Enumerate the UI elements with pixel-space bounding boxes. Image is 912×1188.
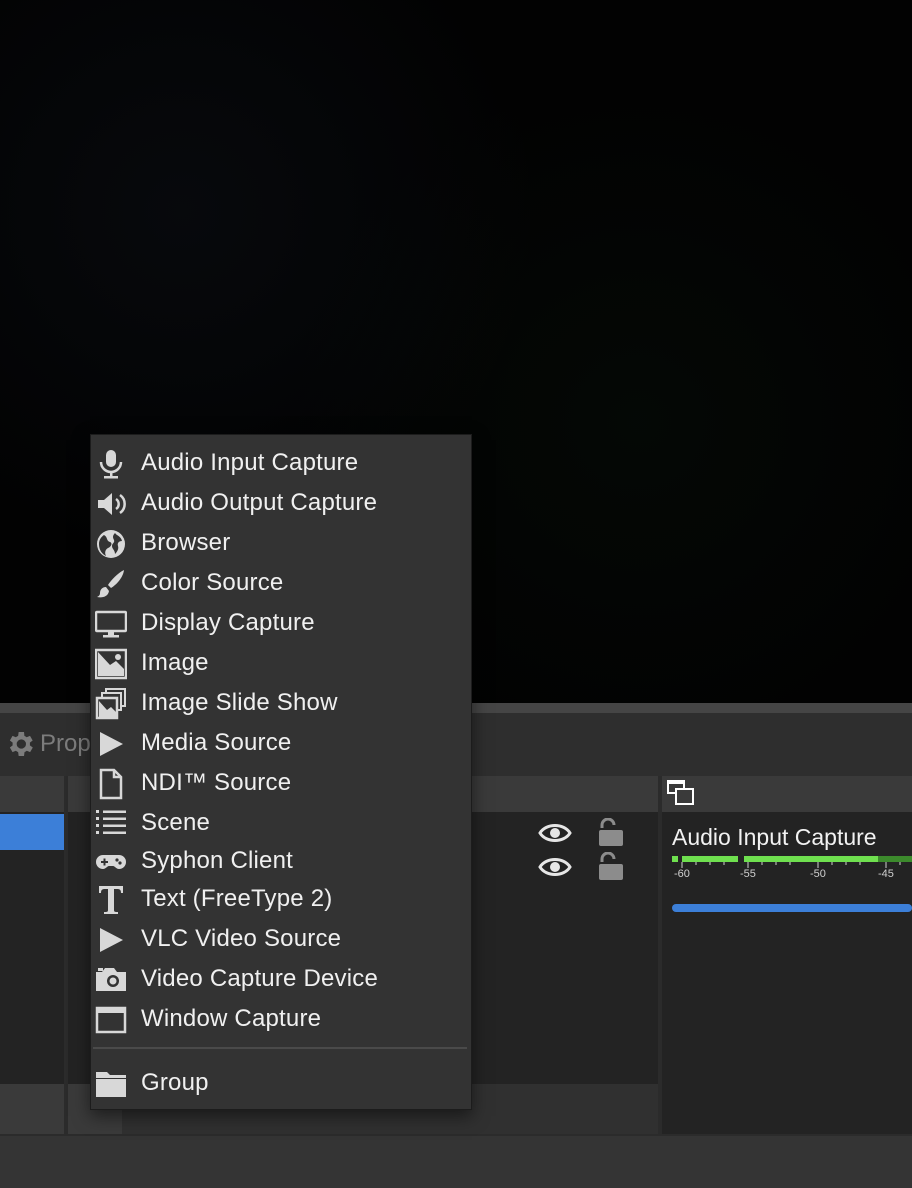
menu-item-label: Group	[141, 1069, 209, 1096]
menu-item-syphon-client[interactable]: Syphon Client	[91, 841, 471, 881]
gamepad-icon	[95, 846, 127, 878]
menu-item-video-capture-device[interactable]: Video Capture Device	[91, 959, 471, 999]
menu-item-audio-output-capture[interactable]: Audio Output Capture	[91, 483, 471, 523]
text-icon	[95, 884, 127, 916]
menu-item-vlc-video-source[interactable]: VLC Video Source	[91, 919, 471, 959]
menu-item-display-capture[interactable]: Display Capture	[91, 603, 471, 643]
dock-float-icon[interactable]	[666, 778, 696, 808]
meter-tick-label: -50	[810, 868, 826, 880]
slideshow-icon	[95, 688, 127, 720]
meter-tick-label: -60	[674, 868, 690, 880]
menu-item-label: NDI™ Source	[141, 769, 292, 796]
meter-scale: -60 -55 -50 -45	[672, 862, 912, 884]
play-icon	[95, 924, 127, 956]
menu-item-label: Audio Input Capture	[141, 449, 359, 476]
window-icon	[95, 1004, 127, 1036]
menu-item-label: Image	[141, 649, 209, 676]
menu-item-text-freetype-2[interactable]: Text (FreeType 2)	[91, 879, 471, 919]
menu-item-image-slide-show[interactable]: Image Slide Show	[91, 683, 471, 723]
list-icon	[95, 808, 127, 840]
menu-item-label: Window Capture	[141, 1005, 322, 1032]
menu-item-media-source[interactable]: Media Source	[91, 723, 471, 763]
menu-item-label: Browser	[141, 529, 231, 556]
eye-icon[interactable]	[538, 852, 572, 882]
image-icon	[95, 648, 127, 680]
menu-item-scene[interactable]: Scene	[91, 803, 471, 843]
microphone-icon	[95, 448, 127, 480]
scenes-dock-header	[0, 776, 64, 812]
speaker-icon	[95, 488, 127, 520]
menu-item-label: Scene	[141, 809, 211, 836]
meter-tick-marks	[681, 862, 901, 868]
scenes-toolbar	[0, 1084, 64, 1134]
menu-item-ndi-source[interactable]: NDI™ Source	[91, 763, 471, 803]
menu-item-group[interactable]: Group	[91, 1063, 471, 1103]
eye-icon[interactable]	[538, 818, 572, 848]
menu-item-label: Color Source	[141, 569, 284, 596]
volume-slider[interactable]	[672, 904, 912, 912]
menu-item-label: Text (FreeType 2)	[141, 885, 333, 912]
monitor-icon	[95, 608, 127, 640]
add-source-menu: Audio Input Capture Audio Output Capture…	[90, 434, 472, 1110]
menu-item-image[interactable]: Image	[91, 643, 471, 683]
mixer-channel-name: Audio Input Capture	[672, 824, 877, 850]
globe-icon	[95, 528, 127, 560]
menu-item-label: Syphon Client	[141, 847, 294, 874]
folder-icon	[95, 1068, 127, 1100]
brush-icon	[95, 568, 127, 600]
meter-tick-label: -45	[878, 868, 894, 880]
status-bar	[0, 1136, 912, 1188]
menu-separator	[93, 1047, 467, 1049]
unlock-icon[interactable]	[594, 852, 628, 882]
file-icon	[95, 768, 127, 800]
menu-item-label: Video Capture Device	[141, 965, 379, 992]
menu-item-label: Display Capture	[141, 609, 315, 636]
menu-item-browser[interactable]: Browser	[91, 523, 471, 563]
menu-item-label: Audio Output Capture	[141, 489, 378, 516]
meter-tick-label: -55	[740, 868, 756, 880]
properties-button[interactable]: Prop	[4, 726, 91, 762]
menu-item-label: Image Slide Show	[141, 689, 338, 716]
play-icon	[95, 728, 127, 760]
menu-item-audio-input-capture[interactable]: Audio Input Capture	[91, 443, 471, 483]
menu-item-color-source[interactable]: Color Source	[91, 563, 471, 603]
gear-icon	[9, 732, 33, 756]
properties-label: Prop	[40, 730, 91, 757]
audio-mixer-header	[662, 776, 912, 812]
menu-item-label: VLC Video Source	[141, 925, 342, 952]
scene-list-item-selected[interactable]	[0, 814, 64, 850]
unlock-icon[interactable]	[594, 818, 628, 848]
menu-item-window-capture[interactable]: Window Capture	[91, 999, 471, 1039]
camera-icon	[95, 964, 127, 996]
menu-item-label: Media Source	[141, 729, 292, 756]
